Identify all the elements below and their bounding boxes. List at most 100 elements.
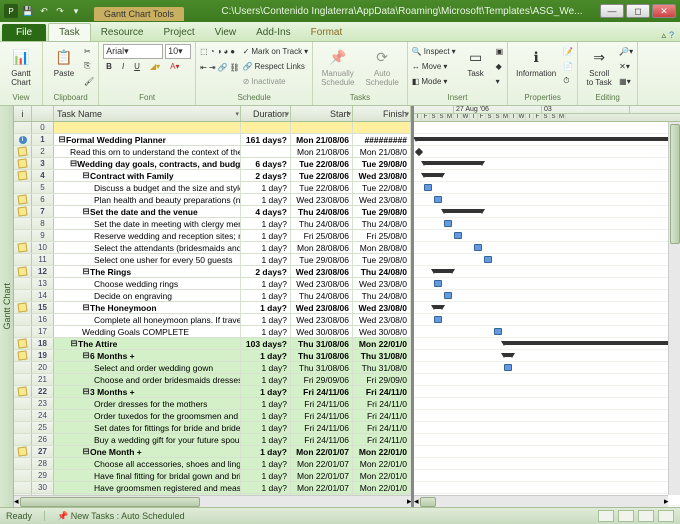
pct50-button[interactable]: ◑ — [217, 47, 222, 56]
col-finish[interactable]: Finish▾ — [353, 106, 411, 121]
table-row[interactable]: 16Complete all honeymoon plans. If trave… — [14, 314, 411, 326]
gantt-row[interactable] — [414, 314, 680, 326]
gantt-bar[interactable] — [434, 305, 442, 309]
copy-button[interactable]: ⎘ — [84, 59, 94, 73]
font-color-button[interactable]: A▾ — [167, 61, 182, 72]
gantt-bar[interactable] — [494, 328, 502, 335]
table-row[interactable]: 7⊟Set the date and the venue4 days?Thu 2… — [14, 206, 411, 218]
gantt-row[interactable] — [414, 182, 680, 194]
table-row[interactable]: 2Read this orn to understand the context… — [14, 146, 411, 158]
view-gantt-button[interactable] — [598, 510, 614, 522]
view-team-button[interactable] — [638, 510, 654, 522]
gantt-bar[interactable] — [444, 220, 452, 227]
gantt-row[interactable] — [414, 410, 680, 422]
gantt-chart-button[interactable]: 📊Gantt Chart — [4, 44, 38, 89]
mode-button[interactable]: ◧ Mode ▾ — [412, 74, 456, 88]
outdent-button[interactable]: ⇤ — [200, 63, 207, 72]
collapse-icon[interactable]: ⊟ — [58, 134, 66, 145]
view-sheet-button[interactable] — [658, 510, 674, 522]
gantt-row[interactable] — [414, 374, 680, 386]
gantt-row[interactable] — [414, 242, 680, 254]
table-row[interactable]: 15⊟The Honeymoon1 day?Wed 23/08/06Wed 23… — [14, 302, 411, 314]
table-row[interactable]: 24Order tuxedos for the groomsmen and fa… — [14, 410, 411, 422]
table-row[interactable]: i1⊟Formal Wedding Planner161 days?Mon 21… — [14, 134, 411, 146]
timeline-button[interactable]: ⏱ — [563, 74, 573, 88]
gantt-row[interactable] — [414, 218, 680, 230]
gantt-row[interactable] — [414, 134, 680, 146]
gantt-bar[interactable] — [484, 256, 492, 263]
view-usage-button[interactable] — [618, 510, 634, 522]
save-icon[interactable]: 💾 — [22, 5, 34, 17]
details-button[interactable]: 📄 — [563, 59, 573, 73]
gantt-bar[interactable] — [416, 137, 676, 141]
gantt-bar[interactable] — [444, 292, 452, 299]
qat-dropdown-icon[interactable]: ▾ — [70, 5, 82, 17]
gantt-bar[interactable] — [454, 232, 462, 239]
mark-on-track-button[interactable]: ✓ Mark on Track ▾ — [243, 44, 308, 58]
gantt-bar[interactable] — [504, 353, 512, 357]
col-duration[interactable]: Duration▾ — [241, 106, 291, 121]
tab-task[interactable]: Task — [48, 23, 91, 41]
collapse-icon[interactable]: ⊟ — [82, 302, 90, 313]
gantt-row[interactable] — [414, 482, 680, 494]
gantt-bar[interactable] — [424, 184, 432, 191]
gantt-row[interactable] — [414, 290, 680, 302]
undo-icon[interactable]: ↶ — [38, 5, 50, 17]
collapse-icon[interactable]: ⊟ — [70, 338, 78, 349]
tab-resource[interactable]: Resource — [91, 24, 154, 41]
italic-button[interactable]: I — [119, 61, 127, 72]
summary-button[interactable]: ▣ — [496, 44, 504, 58]
view-bar[interactable]: Gantt Chart — [0, 106, 14, 507]
tab-project[interactable]: Project — [154, 24, 205, 41]
indent-button[interactable]: ⇥ — [209, 63, 216, 72]
table-row[interactable]: 18⊟The Attire103 days?Thu 31/08/06Mon 22… — [14, 338, 411, 350]
gantt-h-scrollbar[interactable]: ◂▸ — [414, 495, 668, 507]
gantt-row[interactable] — [414, 146, 680, 158]
table-row[interactable]: 27⊟One Month +1 day?Mon 22/01/07Mon 22/0… — [14, 446, 411, 458]
gantt-row[interactable] — [414, 122, 680, 134]
collapse-icon[interactable]: ⊟ — [82, 350, 90, 361]
table-row[interactable]: 21Choose and order bridesmaids dresses1 … — [14, 374, 411, 386]
font-name-select[interactable]: Arial ▾ — [103, 44, 163, 59]
fill-button[interactable]: ▦▾ — [619, 74, 633, 88]
inspect-button[interactable]: 🔍 Inspect ▾ — [412, 44, 456, 58]
move-button[interactable]: ↔ Move ▾ — [412, 59, 456, 73]
collapse-icon[interactable]: ⊟ — [82, 266, 90, 277]
find-button[interactable]: 🔎▾ — [619, 44, 633, 58]
pct25-button[interactable]: ◔ — [210, 47, 215, 56]
table-row[interactable]: 13Choose wedding rings1 day?Wed 23/08/06… — [14, 278, 411, 290]
notes-button[interactable]: 📝 — [563, 44, 573, 58]
tab-format[interactable]: Format — [301, 24, 353, 41]
table-row[interactable]: 29Have final fitting for bridal gown and… — [14, 470, 411, 482]
underline-button[interactable]: U — [131, 61, 143, 72]
paste-button[interactable]: 📋Paste — [47, 44, 81, 80]
unlink-button[interactable]: ⛓ — [230, 63, 240, 72]
table-row[interactable]: 0 — [14, 122, 411, 134]
auto-schedule-button[interactable]: ⟳Auto Schedule — [361, 44, 402, 89]
col-id[interactable] — [32, 106, 54, 121]
gantt-bar[interactable] — [474, 244, 482, 251]
gantt-row[interactable] — [414, 422, 680, 434]
gantt-row[interactable] — [414, 230, 680, 242]
gantt-bar[interactable] — [434, 196, 442, 203]
gantt-row[interactable] — [414, 446, 680, 458]
maximize-button[interactable]: ◻ — [626, 4, 650, 18]
col-task-name[interactable]: Task Name▾ — [54, 106, 241, 121]
gantt-row[interactable] — [414, 206, 680, 218]
information-button[interactable]: ℹInformation — [512, 44, 560, 80]
table-row[interactable]: 23Order dresses for the mothers1 day?Fri… — [14, 398, 411, 410]
table-row[interactable]: 19⊟6 Months +1 day?Thu 31/08/06Thu 31/08… — [14, 350, 411, 362]
inactivate-button[interactable]: ⊘ Inactivate — [243, 74, 308, 88]
link-button[interactable]: 🔗 — [218, 63, 228, 72]
help-icon[interactable]: ? — [669, 30, 674, 41]
gantt-row[interactable] — [414, 278, 680, 290]
manually-schedule-button[interactable]: 📌Manually Schedule — [317, 44, 358, 89]
table-row[interactable]: 12⊟The Rings2 days?Wed 23/08/06Thu 24/08… — [14, 266, 411, 278]
font-size-select[interactable]: 10 ▾ — [165, 44, 191, 59]
gantt-bar[interactable] — [415, 148, 423, 156]
gantt-bar[interactable] — [424, 173, 442, 177]
gantt-row[interactable] — [414, 266, 680, 278]
gantt-v-scrollbar[interactable] — [668, 122, 680, 495]
format-painter-button[interactable]: 🖌 — [84, 74, 94, 88]
gantt-bar[interactable] — [434, 280, 442, 287]
